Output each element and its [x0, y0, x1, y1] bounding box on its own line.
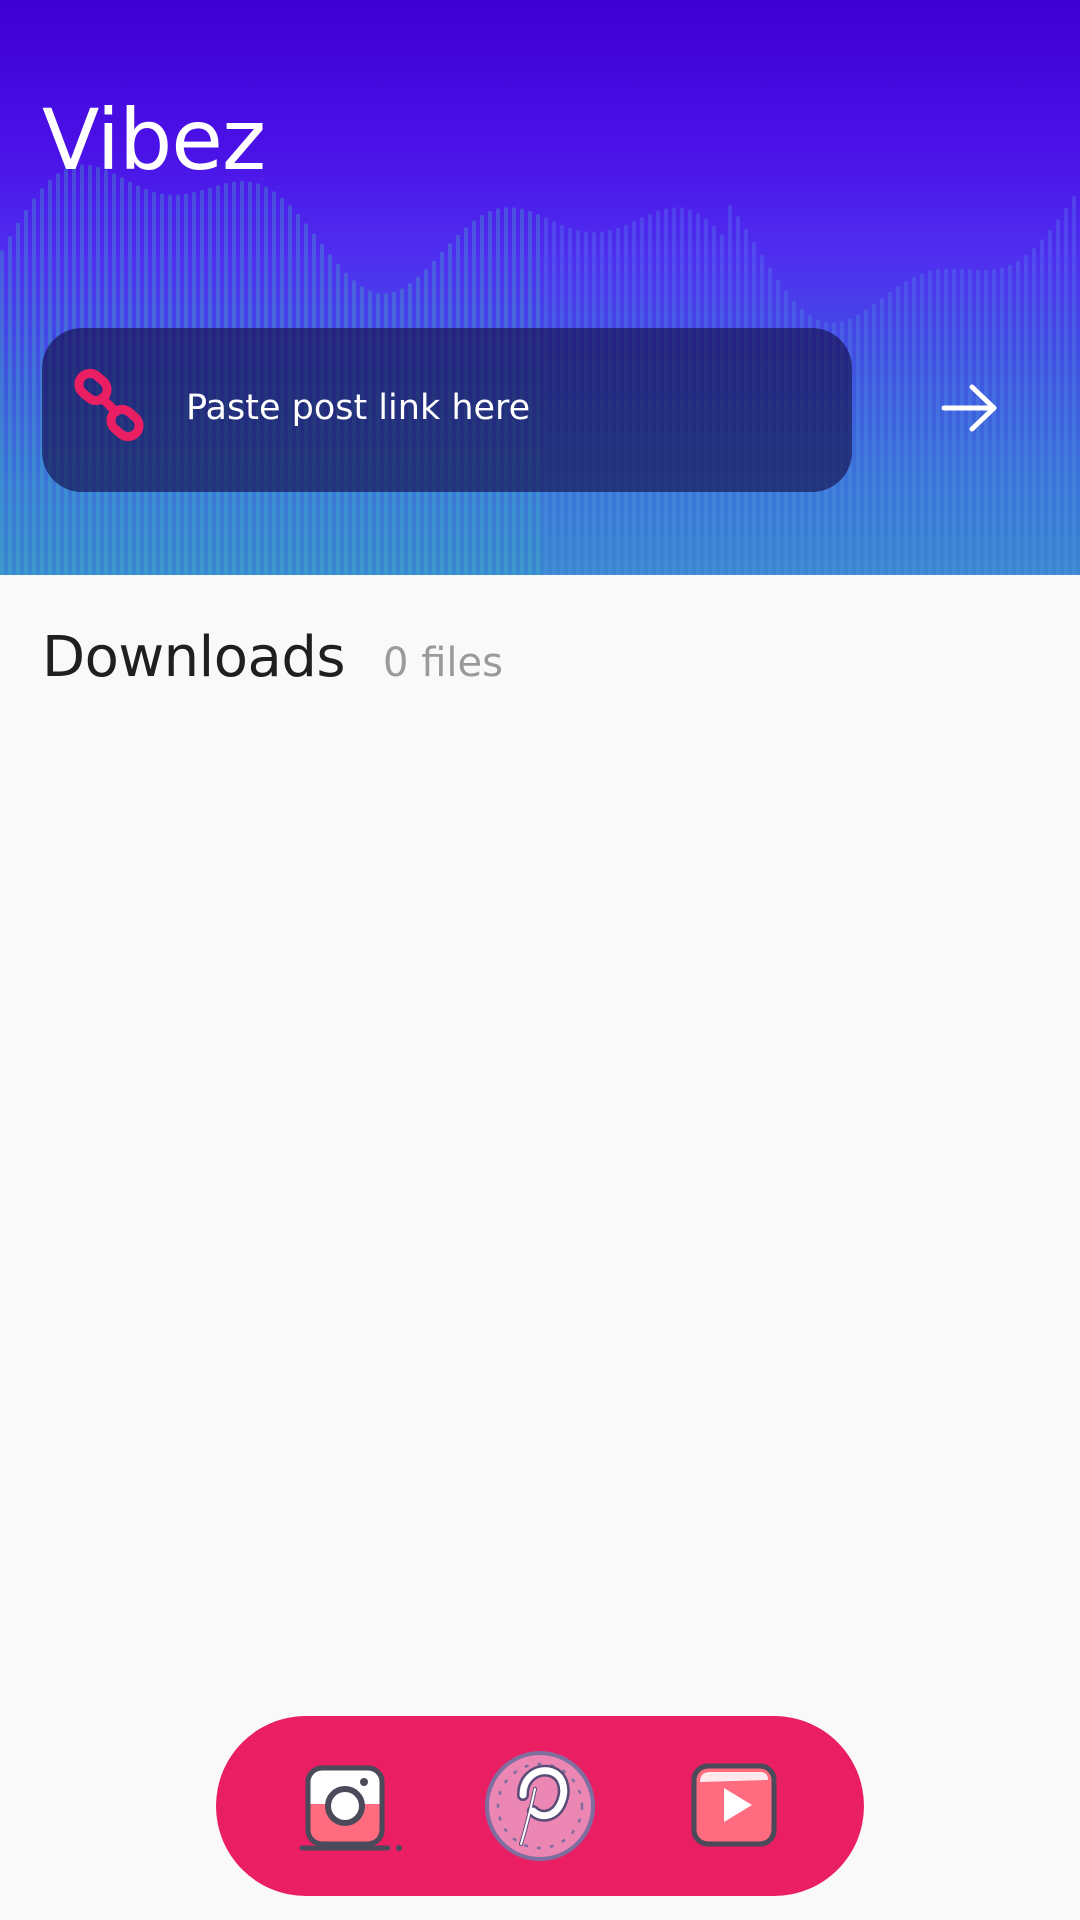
youtube-icon [690, 1763, 778, 1854]
app-title: Vibez [42, 91, 266, 189]
instagram-icon [298, 1765, 408, 1856]
downloads-header: Downloads 0 files [42, 625, 503, 690]
downloads-list [0, 720, 1080, 1700]
instagram-button[interactable] [298, 1762, 408, 1852]
link-input-field[interactable] [180, 370, 832, 446]
youtube-button[interactable] [690, 1762, 778, 1850]
hero-header: Vibez [0, 0, 1080, 575]
platform-dock [216, 1716, 864, 1896]
pinterest-button[interactable] [483, 1749, 597, 1863]
link-chain-icon [72, 368, 152, 448]
files-count-label: 0 files [383, 640, 503, 686]
downloads-title: Downloads [42, 625, 346, 690]
submit-arrow-button[interactable] [930, 372, 1010, 448]
pinterest-icon [483, 1751, 597, 1867]
arrow-right-icon [940, 383, 1000, 437]
